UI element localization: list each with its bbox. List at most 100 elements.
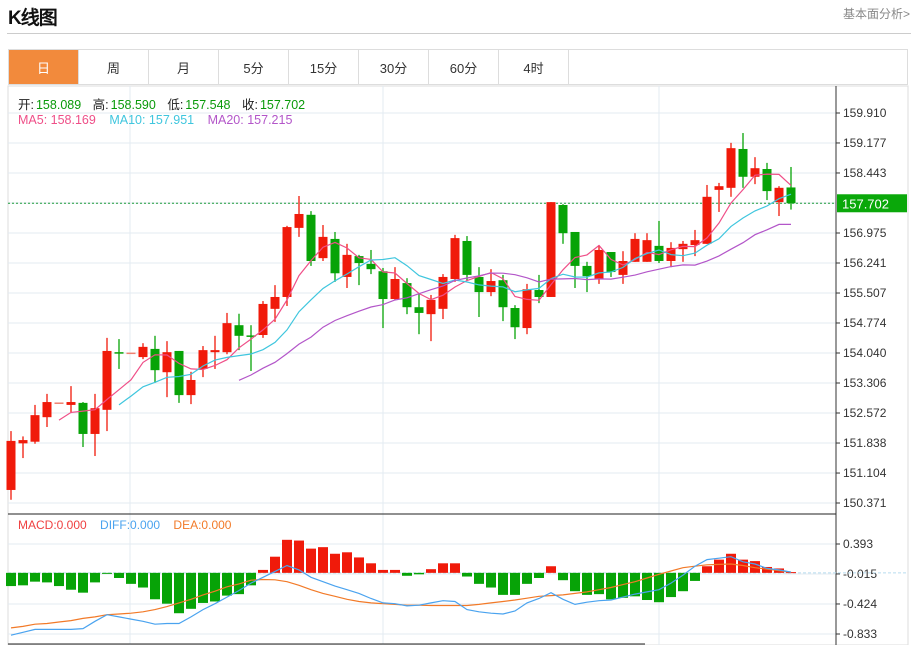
candle-body xyxy=(450,238,460,279)
ma5-value: MA5: 158.169 xyxy=(18,113,96,127)
open-label: 开: xyxy=(18,98,34,112)
candle-body xyxy=(30,415,40,442)
candle-body xyxy=(378,271,388,300)
candle-body xyxy=(414,307,424,313)
macd-bar xyxy=(126,572,136,584)
chart-frame xyxy=(7,85,909,645)
ma10-value: MA10: 157.951 xyxy=(109,113,195,127)
price-tick-label: 152.572 xyxy=(843,406,887,420)
macd-bar xyxy=(714,559,724,573)
macd-bar xyxy=(438,563,448,573)
candle-body xyxy=(390,278,400,300)
low-value: 157.548 xyxy=(185,98,231,112)
macd-bar xyxy=(282,539,292,573)
candle-body xyxy=(114,352,124,354)
candle-body xyxy=(222,323,232,353)
candle-body xyxy=(462,240,472,275)
candle-body xyxy=(366,263,376,270)
macd-bar xyxy=(198,572,208,603)
macd-bar xyxy=(690,572,700,581)
price-tick-label: 154.040 xyxy=(843,346,887,360)
macd-tick-label: -0.833 xyxy=(843,627,877,641)
candle-body xyxy=(714,186,724,190)
price-tick-label: 158.443 xyxy=(843,166,887,180)
macd-bar xyxy=(174,572,184,614)
candle-body xyxy=(294,213,304,228)
candle-body xyxy=(234,325,244,336)
macd-bar xyxy=(66,572,76,590)
candle-body xyxy=(582,265,592,277)
candle-body xyxy=(522,289,532,329)
candle-body xyxy=(6,440,16,490)
candle-body xyxy=(210,350,220,353)
candle-body xyxy=(54,402,64,404)
ohlc-info: 开: 158.089 高: 158.590 低: 157.548 收: 157.702 xyxy=(18,94,307,113)
price-tick-label: 154.774 xyxy=(843,316,887,330)
low-label: 低: xyxy=(167,98,184,112)
candle-body xyxy=(282,227,292,297)
macd-bar xyxy=(258,569,268,573)
macd-bar xyxy=(522,572,532,584)
macd-bar xyxy=(354,557,364,573)
macd-bar xyxy=(210,572,220,602)
macd-bar xyxy=(150,572,160,600)
candle-body xyxy=(546,202,556,297)
candle-body xyxy=(150,348,160,371)
macd-bar xyxy=(558,572,568,581)
candle-body xyxy=(762,169,772,192)
candle-body xyxy=(102,350,112,410)
candle-body xyxy=(78,402,88,434)
macd-bar xyxy=(6,572,16,587)
macd-bar xyxy=(474,572,484,584)
candle-body xyxy=(702,196,712,244)
price-tick-label: 156.975 xyxy=(843,226,887,240)
diff-value: DIFF:0.000 xyxy=(100,518,161,532)
macd-bar xyxy=(390,569,400,573)
macd-value: MACD:0.000 xyxy=(18,518,87,532)
price-tick-label: 155.507 xyxy=(843,286,887,300)
macd-bar xyxy=(486,572,496,588)
candle-body xyxy=(90,408,100,434)
candle-body xyxy=(738,148,748,177)
macd-bar xyxy=(318,547,328,573)
price-tick-label: 156.241 xyxy=(843,256,887,270)
macd-bar xyxy=(342,552,352,573)
macd-bar xyxy=(114,572,124,578)
candle-body xyxy=(558,204,568,234)
ma20-value: MA20: 157.215 xyxy=(207,113,293,127)
open-value: 158.089 xyxy=(35,98,82,112)
macd-bar xyxy=(90,572,100,583)
price-tick-label: 153.306 xyxy=(843,376,887,390)
macd-bar xyxy=(162,572,172,604)
macd-bar xyxy=(186,572,196,609)
candle-body xyxy=(426,299,436,315)
macd-bar xyxy=(450,563,460,573)
macd-bar xyxy=(546,566,556,573)
macd-bar xyxy=(42,572,52,583)
macd-tick-label: -0.424 xyxy=(843,597,877,611)
macd-bar xyxy=(270,556,280,573)
price-tick-label: 151.838 xyxy=(843,436,887,450)
candle-body xyxy=(186,379,196,396)
price-tick-label: 151.104 xyxy=(843,466,887,480)
candle-body xyxy=(642,240,652,262)
macd-bar xyxy=(534,572,544,578)
ma-info: MA5: 158.169 MA10: 157.951 MA20: 157.215 xyxy=(18,113,294,127)
macd-bar xyxy=(630,572,640,597)
macd-bar xyxy=(222,572,232,596)
macd-bar xyxy=(102,572,112,574)
macd-bar xyxy=(306,548,316,573)
candle-body xyxy=(18,440,28,444)
close-label: 收: xyxy=(241,98,258,112)
macd-bar xyxy=(462,572,472,577)
macd-bar xyxy=(138,572,148,588)
high-value: 158.590 xyxy=(110,98,156,112)
macd-bar xyxy=(54,572,64,587)
dea-value: DEA:0.000 xyxy=(173,518,232,532)
macd-bar xyxy=(330,553,340,573)
macd-tick-label: -0.015 xyxy=(843,567,877,581)
candle-body xyxy=(510,308,520,328)
current-price-label: 157.702 xyxy=(842,196,889,211)
candle-body xyxy=(138,346,148,358)
macd-bar xyxy=(30,572,40,582)
